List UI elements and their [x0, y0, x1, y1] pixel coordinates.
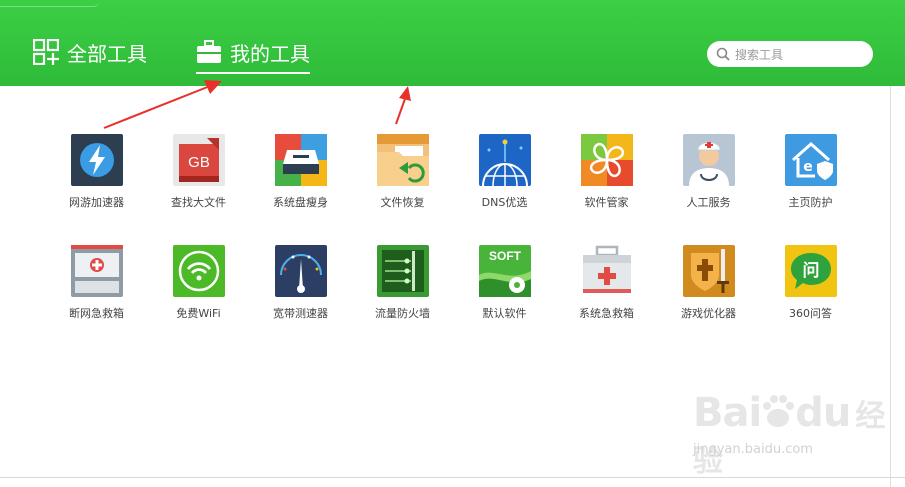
- search-icon: [716, 47, 730, 61]
- tool-item[interactable]: 软件管家: [555, 134, 658, 210]
- tool-label: 系统急救箱: [579, 307, 634, 320]
- tab-my-tools[interactable]: 我的工具: [196, 36, 310, 74]
- tool-label: 网游加速器: [69, 196, 124, 209]
- disk-tray-icon: [274, 134, 327, 186]
- tool-label: 宽带测速器: [273, 307, 328, 320]
- tool-label: 流量防火墙: [375, 307, 430, 320]
- svg-text:e: e: [803, 159, 813, 175]
- tool-label: 断网急救箱: [69, 307, 124, 320]
- sword-shield-icon: [682, 245, 735, 297]
- tool-item[interactable]: 人工服务: [657, 134, 760, 210]
- tool-item[interactable]: 宽带测速器: [249, 245, 352, 321]
- gb-file-icon: GB: [172, 134, 225, 186]
- tab-all-tools-label: 全部工具: [67, 41, 147, 66]
- tool-label: 游戏优化器: [681, 307, 736, 320]
- firstaid-box-icon: [70, 245, 123, 297]
- svg-text:GB: GB: [188, 154, 210, 171]
- speedometer-icon: [274, 245, 327, 297]
- wifi-icon: [172, 245, 225, 297]
- svg-text:SOFT: SOFT: [489, 249, 522, 263]
- tool-label: 默认软件: [482, 307, 527, 320]
- watermark-brand-a: Bai: [693, 390, 762, 436]
- tool-label: 软件管家: [584, 196, 629, 209]
- tool-label: 人工服务: [686, 196, 731, 209]
- tool-label: 文件恢复: [380, 196, 425, 209]
- tool-item[interactable]: 断网急救箱: [45, 245, 148, 321]
- grid-icon: [33, 39, 59, 65]
- tool-item[interactable]: GB 查找大文件: [147, 134, 250, 210]
- tool-item[interactable]: SOFT 默认软件: [453, 245, 556, 321]
- soft-gear-icon: SOFT: [478, 245, 531, 297]
- firstaid-kit-icon: [580, 245, 633, 297]
- tool-item[interactable]: 系统盘瘦身: [249, 134, 352, 210]
- globe-network-icon: [478, 134, 531, 186]
- tab-all-tools[interactable]: 全部工具: [33, 36, 147, 68]
- top-header: 全部工具 我的工具 搜索工具: [0, 0, 905, 86]
- watermark-url: jingyan.baidu.com: [693, 442, 813, 457]
- tab-my-tools-label: 我的工具: [230, 41, 310, 66]
- search-box[interactable]: 搜索工具: [707, 41, 873, 67]
- tool-item[interactable]: e 主页防护: [759, 134, 862, 210]
- home-shield-icon: e: [784, 134, 837, 186]
- tool-item[interactable]: 免费WiFi: [147, 245, 250, 321]
- tool-label: 360问答: [789, 307, 832, 320]
- tool-label: DNS优选: [481, 196, 528, 209]
- watermark-brand-b: du: [795, 390, 851, 436]
- tool-item[interactable]: DNS优选: [453, 134, 556, 210]
- annotation-arrow-icon: [103, 80, 222, 129]
- tool-label: 免费WiFi: [176, 307, 221, 320]
- annotation-arrow-icon: [395, 86, 411, 125]
- tool-item[interactable]: 问 360问答: [759, 245, 862, 321]
- paw-icon: [763, 395, 795, 427]
- folder-restore-icon: [376, 134, 429, 186]
- tool-label: 主页防护: [788, 196, 833, 209]
- tool-label: 查找大文件: [171, 196, 226, 209]
- footer-divider: [0, 477, 905, 478]
- tool-item[interactable]: 流量防火墙: [351, 245, 454, 321]
- tool-item[interactable]: 游戏优化器: [657, 245, 760, 321]
- question-chat-icon: 问: [784, 245, 837, 297]
- toolbox-icon: [197, 40, 221, 63]
- header-decor: [0, 0, 100, 7]
- tool-item[interactable]: 文件恢复: [351, 134, 454, 210]
- baidu-watermark: Bai du 经验 jingyan.baidu.com: [693, 390, 905, 480]
- svg-text:问: 问: [802, 260, 819, 281]
- search-placeholder: 搜索工具: [735, 47, 784, 62]
- lightning-icon: [70, 134, 123, 186]
- tool-label: 系统盘瘦身: [273, 196, 328, 209]
- flower-tiles-icon: [580, 134, 633, 186]
- firewall-icon: [376, 245, 429, 297]
- tool-item[interactable]: 系统急救箱: [555, 245, 658, 321]
- tool-item[interactable]: 网游加速器: [45, 134, 148, 210]
- doctor-icon: [682, 134, 735, 186]
